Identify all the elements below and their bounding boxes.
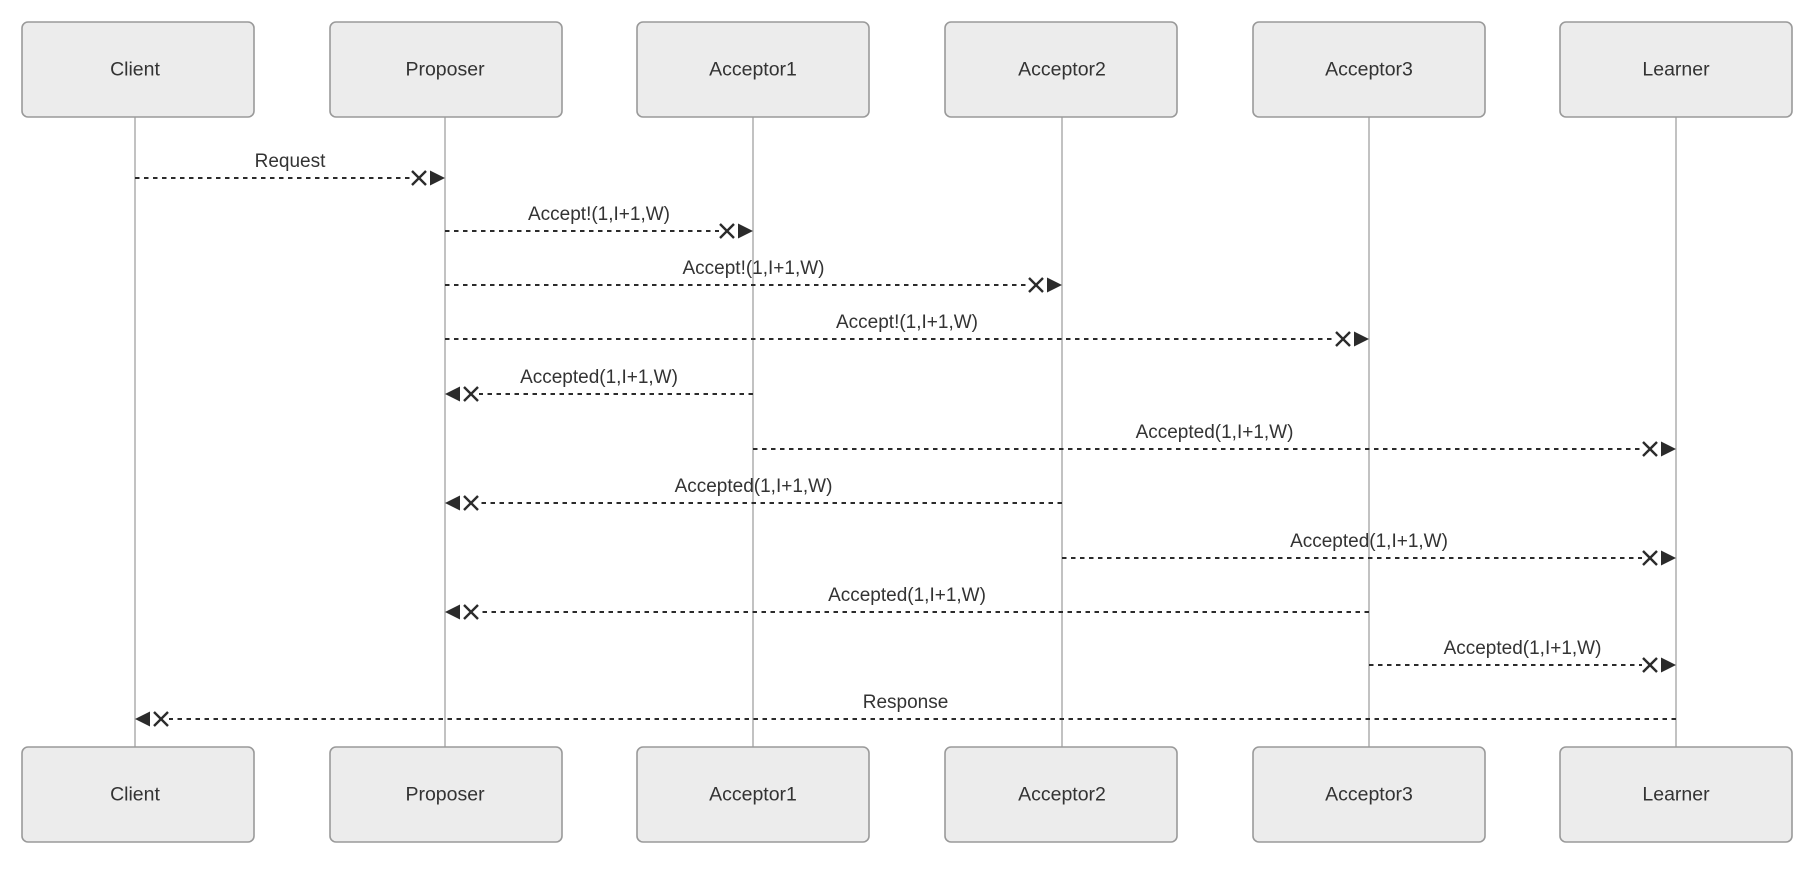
participant-label: Proposer — [405, 784, 485, 806]
message-arrowhead-icon — [135, 711, 150, 727]
message-1-client-to-proposer[interactable]: Request — [135, 151, 445, 186]
message-label: Accepted(1,I+1,W) — [1444, 638, 1602, 659]
message-5-acceptor1-to-proposer[interactable]: Accepted(1,I+1,W) — [445, 367, 753, 402]
participant-client-bottom[interactable]: Client — [21, 746, 255, 843]
participant-label: Acceptor2 — [1018, 59, 1106, 81]
message-arrowhead-icon — [445, 386, 460, 402]
participant-acceptor2-bottom[interactable]: Acceptor2 — [944, 746, 1178, 843]
participant-learner-bottom[interactable]: Learner — [1559, 746, 1793, 843]
message-arrowhead-icon — [430, 170, 445, 186]
message-arrowhead-icon — [445, 495, 460, 511]
sequence-diagram-canvas: Request Accept!(1,I+1,W) Accept!(1,I+1,W) A… — [0, 0, 1810, 874]
message-arrowhead-icon — [1661, 550, 1676, 566]
message-6-acceptor1-to-learner[interactable]: Accepted(1,I+1,W) — [753, 422, 1676, 457]
message-label: Response — [863, 692, 949, 713]
message-label: Accept!(1,I+1,W) — [682, 258, 824, 279]
message-x-marker-icon — [1642, 550, 1658, 566]
participant-acceptor3-top[interactable]: Acceptor3 — [1252, 21, 1486, 118]
participant-proposer-top[interactable]: Proposer — [329, 21, 563, 118]
message-label: Accepted(1,I+1,W) — [1290, 531, 1448, 552]
message-label: Accept!(1,I+1,W) — [528, 204, 670, 225]
message-x-marker-icon — [463, 386, 479, 402]
message-11-learner-to-client[interactable]: Response — [135, 692, 1676, 727]
participant-boxes-bottom: Client Proposer Acceptor1 Acceptor2 Acceptor… — [21, 746, 1793, 843]
message-x-marker-icon — [1028, 277, 1044, 293]
message-x-marker-icon — [1642, 657, 1658, 673]
message-arrowhead-icon — [1661, 441, 1676, 457]
participant-client-top[interactable]: Client — [21, 21, 255, 118]
message-label: Request — [255, 151, 326, 172]
participant-label: Acceptor1 — [709, 784, 797, 806]
participant-label: Proposer — [405, 59, 485, 81]
participant-label: Learner — [1642, 59, 1710, 81]
message-label: Accepted(1,I+1,W) — [520, 367, 678, 388]
participant-label: Acceptor1 — [709, 59, 797, 81]
participant-learner-top[interactable]: Learner — [1559, 21, 1793, 118]
message-label: Accepted(1,I+1,W) — [675, 476, 833, 497]
sequence-diagram-svg: Request Accept!(1,I+1,W) Accept!(1,I+1,W) A… — [21, 21, 1793, 843]
participant-label: Acceptor3 — [1325, 784, 1413, 806]
participant-acceptor1-top[interactable]: Acceptor1 — [636, 21, 870, 118]
participant-label: Learner — [1642, 784, 1710, 806]
participant-label: Acceptor3 — [1325, 59, 1413, 81]
message-x-marker-icon — [1335, 331, 1351, 347]
message-arrowhead-icon — [738, 223, 753, 239]
participant-label: Client — [110, 784, 160, 806]
message-arrowhead-icon — [1354, 331, 1369, 347]
participant-acceptor3-bottom[interactable]: Acceptor3 — [1252, 746, 1486, 843]
message-x-marker-icon — [1642, 441, 1658, 457]
message-x-marker-icon — [719, 223, 735, 239]
message-4-proposer-to-acceptor3[interactable]: Accept!(1,I+1,W) — [445, 312, 1369, 347]
message-label: Accept!(1,I+1,W) — [836, 312, 978, 333]
message-10-acceptor3-to-learner[interactable]: Accepted(1,I+1,W) — [1369, 638, 1676, 673]
participant-acceptor2-top[interactable]: Acceptor2 — [944, 21, 1178, 118]
message-x-marker-icon — [463, 495, 479, 511]
message-arrowhead-icon — [1661, 657, 1676, 673]
message-x-marker-icon — [411, 170, 427, 186]
participant-acceptor1-bottom[interactable]: Acceptor1 — [636, 746, 870, 843]
participant-label: Client — [110, 59, 160, 81]
participant-boxes-top: Client Proposer Acceptor1 Acceptor2 Acceptor… — [21, 21, 1793, 118]
message-arrowhead-icon — [445, 604, 460, 620]
message-label: Accepted(1,I+1,W) — [828, 585, 986, 606]
message-arrowhead-icon — [1047, 277, 1062, 293]
message-x-marker-icon — [153, 711, 169, 727]
message-2-proposer-to-acceptor1[interactable]: Accept!(1,I+1,W) — [445, 204, 753, 239]
participant-label: Acceptor2 — [1018, 784, 1106, 806]
message-9-acceptor3-to-proposer[interactable]: Accepted(1,I+1,W) — [445, 585, 1369, 620]
message-x-marker-icon — [463, 604, 479, 620]
participant-proposer-bottom[interactable]: Proposer — [329, 746, 563, 843]
message-label: Accepted(1,I+1,W) — [1136, 422, 1294, 443]
messages-layer: Request Accept!(1,I+1,W) Accept!(1,I+1,W) A… — [135, 151, 1676, 727]
